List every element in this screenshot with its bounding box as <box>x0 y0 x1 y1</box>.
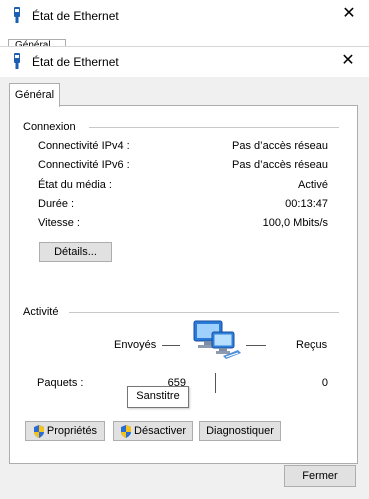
duration-label: Durée : <box>38 198 75 210</box>
ipv4-value: Pas d’accès réseau <box>232 140 328 152</box>
close-icon[interactable]: ✕ <box>340 5 358 23</box>
details-button[interactable]: Détails... <box>39 242 112 262</box>
disable-button[interactable]: Désactiver <box>113 421 193 441</box>
ipv6-label: Connectivité IPv6 : <box>38 159 130 171</box>
window-title: État de Ethernet <box>32 9 119 23</box>
title-bar: État de Ethernet ✕ <box>0 47 369 77</box>
properties-button[interactable]: Propriétés <box>25 421 105 441</box>
close-button[interactable]: Fermer <box>284 465 356 487</box>
speed-value: 100,0 Mbits/s <box>262 217 328 229</box>
ethernet-icon <box>14 7 20 23</box>
disable-label: Désactiver <box>134 425 186 437</box>
sent-line <box>162 345 180 346</box>
received-label: Reçus <box>296 339 328 351</box>
shield-icon <box>33 424 44 438</box>
divider <box>69 312 339 313</box>
packets-received-value: 0 <box>321 377 328 389</box>
ipv6-value: Pas d’accès réseau <box>232 159 328 171</box>
network-computers-icon <box>193 320 241 359</box>
shield-icon <box>121 424 132 438</box>
group-label-connexion: Connexion <box>23 121 76 133</box>
ethernet-icon <box>14 53 20 69</box>
tab-general[interactable]: Général <box>9 83 60 107</box>
tab-panel: Connexion Connectivité IPv4 : Pas d’accè… <box>9 105 358 464</box>
packets-divider <box>215 373 216 393</box>
packets-label: Paquets : <box>37 377 84 389</box>
speed-label: Vitesse : <box>38 217 80 229</box>
close-icon[interactable]: ✕ <box>339 52 357 70</box>
received-line <box>246 345 266 346</box>
properties-label: Propriétés <box>46 425 98 437</box>
media-state-label: État du média : <box>38 179 112 191</box>
diagnose-button[interactable]: Diagnostiquer <box>199 421 281 441</box>
ipv4-label: Connectivité IPv4 : <box>38 140 130 152</box>
duration-value: 00:13:47 <box>285 198 328 210</box>
sent-label: Envoyés <box>114 339 157 351</box>
divider <box>89 127 339 128</box>
ethernet-status-dialog: État de Ethernet ✕ Général Connexion Con… <box>0 46 369 499</box>
tooltip: Sanstitre <box>127 386 189 408</box>
window-title: État de Ethernet <box>32 55 119 69</box>
group-label-activite: Activité <box>23 306 59 318</box>
media-state-value: Activé <box>298 179 328 191</box>
